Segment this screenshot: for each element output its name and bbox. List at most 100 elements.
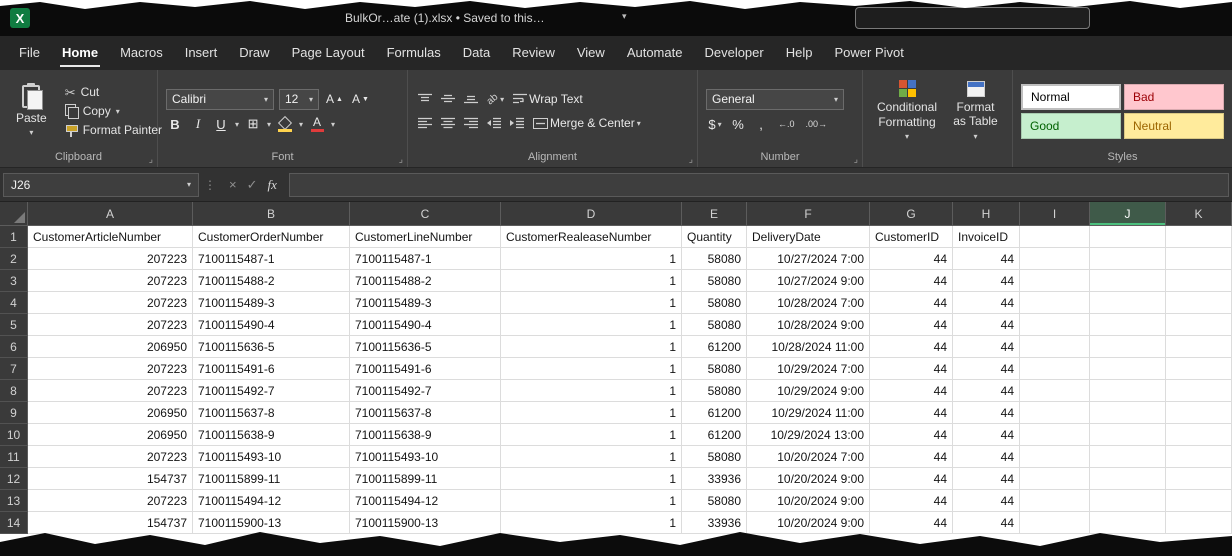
row-header-9[interactable]: 9 bbox=[0, 402, 28, 424]
cell-G7[interactable]: 44 bbox=[870, 358, 953, 380]
cell-F11[interactable]: 10/20/2024 7:00 bbox=[747, 446, 870, 468]
style-chip-bad[interactable]: Bad bbox=[1124, 84, 1224, 110]
column-header-K[interactable]: K bbox=[1166, 202, 1232, 225]
ribbon-tab-power-pivot[interactable]: Power Pivot bbox=[823, 36, 914, 70]
row-header-5[interactable]: 5 bbox=[0, 314, 28, 336]
cell-K5[interactable] bbox=[1166, 314, 1232, 336]
chevron-down-icon[interactable]: ▾ bbox=[267, 120, 271, 129]
cell-F7[interactable]: 10/29/2024 7:00 bbox=[747, 358, 870, 380]
cell-A13[interactable]: 207223 bbox=[28, 490, 193, 512]
cell-A12[interactable]: 154737 bbox=[28, 468, 193, 490]
style-chip-good[interactable]: Good bbox=[1021, 113, 1121, 139]
cell-E10[interactable]: 61200 bbox=[682, 424, 747, 446]
cell-G1[interactable]: CustomerID bbox=[870, 226, 953, 248]
cell-G3[interactable]: 44 bbox=[870, 270, 953, 292]
cell-G9[interactable]: 44 bbox=[870, 402, 953, 424]
ribbon-tab-insert[interactable]: Insert bbox=[174, 36, 229, 70]
ribbon-tab-macros[interactable]: Macros bbox=[109, 36, 174, 70]
underline-button[interactable]: U bbox=[212, 115, 230, 134]
cell-K13[interactable] bbox=[1166, 490, 1232, 512]
format-painter-button[interactable]: Format Painter bbox=[63, 122, 164, 138]
cell-A5[interactable]: 207223 bbox=[28, 314, 193, 336]
cell-C2[interactable]: 7100115487-1 bbox=[350, 248, 501, 270]
cut-button[interactable]: ✂ Cut bbox=[63, 84, 164, 100]
cell-B7[interactable]: 7100115491-6 bbox=[193, 358, 350, 380]
cell-I4[interactable] bbox=[1020, 292, 1090, 314]
cell-A3[interactable]: 207223 bbox=[28, 270, 193, 292]
cell-H7[interactable]: 44 bbox=[953, 358, 1020, 380]
format-as-table-button[interactable]: Format as Table▾ bbox=[947, 75, 1004, 147]
formula-input[interactable] bbox=[289, 173, 1229, 197]
align-right-button[interactable] bbox=[462, 114, 480, 133]
column-header-C[interactable]: C bbox=[350, 202, 501, 225]
column-header-A[interactable]: A bbox=[28, 202, 193, 225]
cell-G12[interactable]: 44 bbox=[870, 468, 953, 490]
column-header-I[interactable]: I bbox=[1020, 202, 1090, 225]
cell-E6[interactable]: 61200 bbox=[682, 336, 747, 358]
cell-J13[interactable] bbox=[1090, 490, 1166, 512]
cell-C4[interactable]: 7100115489-3 bbox=[350, 292, 501, 314]
cell-B1[interactable]: CustomerOrderNumber bbox=[193, 226, 350, 248]
cell-I13[interactable] bbox=[1020, 490, 1090, 512]
copy-button[interactable]: Copy ▾ bbox=[63, 103, 164, 119]
cell-H10[interactable]: 44 bbox=[953, 424, 1020, 446]
cell-J8[interactable] bbox=[1090, 380, 1166, 402]
align-left-button[interactable] bbox=[416, 114, 434, 133]
cell-G13[interactable]: 44 bbox=[870, 490, 953, 512]
cell-B2[interactable]: 7100115487-1 bbox=[193, 248, 350, 270]
cell-H13[interactable]: 44 bbox=[953, 490, 1020, 512]
cell-K14[interactable] bbox=[1166, 512, 1232, 534]
borders-button[interactable]: ⊞ bbox=[244, 115, 262, 134]
cell-H5[interactable]: 44 bbox=[953, 314, 1020, 336]
cell-C9[interactable]: 7100115637-8 bbox=[350, 402, 501, 424]
increase-decimal-button[interactable]: ←.0 bbox=[775, 117, 798, 131]
row-header-2[interactable]: 2 bbox=[0, 248, 28, 270]
select-all-button[interactable] bbox=[0, 202, 28, 225]
row-header-10[interactable]: 10 bbox=[0, 424, 28, 446]
cell-K12[interactable] bbox=[1166, 468, 1232, 490]
cell-K7[interactable] bbox=[1166, 358, 1232, 380]
cell-B9[interactable]: 7100115637-8 bbox=[193, 402, 350, 424]
font-name-select[interactable]: Calibri▾ bbox=[166, 89, 274, 110]
cell-B6[interactable]: 7100115636-5 bbox=[193, 336, 350, 358]
align-middle-button[interactable] bbox=[439, 90, 457, 109]
cell-I2[interactable] bbox=[1020, 248, 1090, 270]
cell-D10[interactable]: 1 bbox=[501, 424, 682, 446]
cell-I10[interactable] bbox=[1020, 424, 1090, 446]
conditional-formatting-button[interactable]: Conditional Formatting▾ bbox=[871, 75, 943, 147]
cell-E8[interactable]: 58080 bbox=[682, 380, 747, 402]
row-header-3[interactable]: 3 bbox=[0, 270, 28, 292]
row-header-11[interactable]: 11 bbox=[0, 446, 28, 468]
cell-C5[interactable]: 7100115490-4 bbox=[350, 314, 501, 336]
cell-C11[interactable]: 7100115493-10 bbox=[350, 446, 501, 468]
column-header-G[interactable]: G bbox=[870, 202, 953, 225]
cell-G8[interactable]: 44 bbox=[870, 380, 953, 402]
cell-G6[interactable]: 44 bbox=[870, 336, 953, 358]
cell-D9[interactable]: 1 bbox=[501, 402, 682, 424]
row-header-13[interactable]: 13 bbox=[0, 490, 28, 512]
search-input[interactable] bbox=[855, 7, 1090, 29]
cell-I14[interactable] bbox=[1020, 512, 1090, 534]
cell-A11[interactable]: 207223 bbox=[28, 446, 193, 468]
cell-D3[interactable]: 1 bbox=[501, 270, 682, 292]
cell-A9[interactable]: 206950 bbox=[28, 402, 193, 424]
cell-D4[interactable]: 1 bbox=[501, 292, 682, 314]
cell-J3[interactable] bbox=[1090, 270, 1166, 292]
row-header-1[interactable]: 1 bbox=[0, 226, 28, 248]
cell-B3[interactable]: 7100115488-2 bbox=[193, 270, 350, 292]
italic-button[interactable]: I bbox=[189, 115, 207, 134]
cell-E11[interactable]: 58080 bbox=[682, 446, 747, 468]
cell-K6[interactable] bbox=[1166, 336, 1232, 358]
cell-A8[interactable]: 207223 bbox=[28, 380, 193, 402]
cell-C10[interactable]: 7100115638-9 bbox=[350, 424, 501, 446]
cell-H3[interactable]: 44 bbox=[953, 270, 1020, 292]
chevron-down-icon[interactable]: ▾ bbox=[622, 11, 627, 22]
cell-C13[interactable]: 7100115494-12 bbox=[350, 490, 501, 512]
cell-K4[interactable] bbox=[1166, 292, 1232, 314]
cell-K3[interactable] bbox=[1166, 270, 1232, 292]
dialog-launcher-icon[interactable]: ⌟ bbox=[854, 155, 858, 164]
percent-button[interactable]: % bbox=[729, 115, 747, 134]
cell-E5[interactable]: 58080 bbox=[682, 314, 747, 336]
align-bottom-button[interactable] bbox=[462, 90, 480, 109]
cell-F1[interactable]: DeliveryDate bbox=[747, 226, 870, 248]
